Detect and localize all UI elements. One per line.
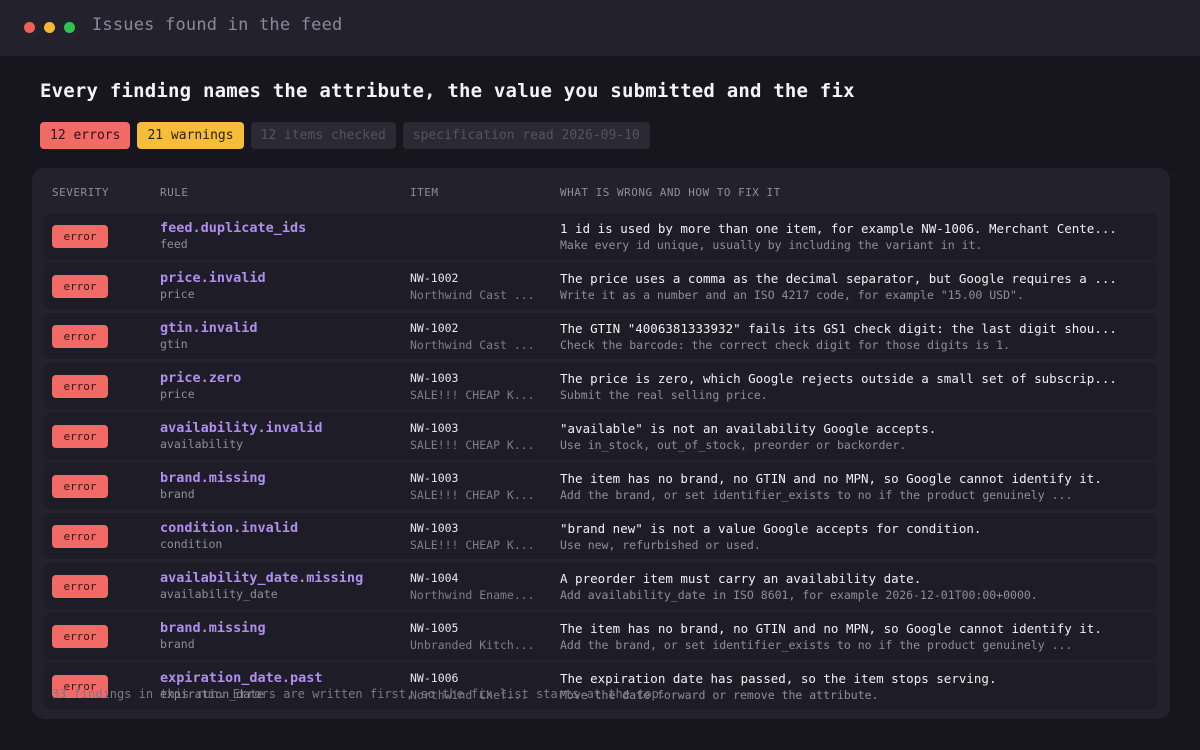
table-row[interactable]: error price.zero price NW-1003 SALE!!! CHEAP… xyxy=(44,363,1157,409)
item-name: SALE!!! CHEAP K... xyxy=(410,538,535,552)
item-name: SALE!!! CHEAP K... xyxy=(410,488,535,502)
table-body: error feed.duplicate_ids feed 1 id is used … xyxy=(44,213,1157,713)
fix-text: Add the brand, or set identifier_exists … xyxy=(560,488,1073,502)
fix-text: Check the barcode: the correct check dig… xyxy=(560,338,1011,352)
item-id: NW-1003 xyxy=(410,421,459,435)
item-name: Northwind Ename... xyxy=(410,588,535,602)
attribute-name: gtin xyxy=(160,337,188,351)
item-id: NW-1002 xyxy=(410,321,459,335)
severity-badge: error xyxy=(52,575,108,598)
problem-text: The price is zero, which Google rejects … xyxy=(560,371,1117,386)
rule-name: feed.duplicate_ids xyxy=(160,220,307,236)
table-row[interactable]: error condition.invalid condition NW-1003 SA… xyxy=(44,513,1157,559)
fix-text: Add the brand, or set identifier_exists … xyxy=(560,638,1073,652)
issues-table: SEVERITY RULE ITEM WHAT IS WRONG AND HOW… xyxy=(32,168,1170,719)
table-row[interactable]: error feed.duplicate_ids feed 1 id is used … xyxy=(44,213,1157,259)
problem-text: The price uses a comma as the decimal se… xyxy=(560,271,1117,286)
problem-text: "brand new" is not a value Google accept… xyxy=(560,521,982,536)
item-id: NW-1003 xyxy=(410,521,459,535)
table-row[interactable]: error gtin.invalid gtin NW-1002 Northwind Ca… xyxy=(44,313,1157,359)
column-header-rule: RULE xyxy=(160,186,189,199)
fix-text: Add availability_date in ISO 8601, for e… xyxy=(560,588,1038,602)
attribute-name: price xyxy=(160,287,195,301)
items-checked-badge: 12 items checked xyxy=(250,122,396,149)
maximize-window-button[interactable] xyxy=(64,22,75,33)
item-name: SALE!!! CHEAP K... xyxy=(410,388,535,402)
attribute-name: brand xyxy=(160,637,195,651)
item-name: Northwind Cast ... xyxy=(410,338,535,352)
table-row[interactable]: error availability.invalid availability NW-… xyxy=(44,413,1157,459)
item-id: NW-1003 xyxy=(410,371,459,385)
rule-name: gtin.invalid xyxy=(160,320,258,336)
severity-badge: error xyxy=(52,425,108,448)
rule-name: condition.invalid xyxy=(160,520,299,536)
rule-name: price.zero xyxy=(160,370,242,386)
summary-badges: 12 errors 21 warnings 12 items checked s… xyxy=(40,122,650,149)
fix-text: Use new, refurbished or used. xyxy=(560,538,761,552)
table-row[interactable]: error availability_date.missing availabili… xyxy=(44,563,1157,609)
item-id: NW-1005 xyxy=(410,621,459,635)
footnote: 33 findings in this run. Errors are writ… xyxy=(52,687,667,701)
fix-text: Use in_stock, out_of_stock, preorder or … xyxy=(560,438,907,452)
column-header-item: ITEM xyxy=(410,186,439,199)
attribute-name: price xyxy=(160,387,195,401)
problem-text: 1 id is used by more than one item, for … xyxy=(560,221,1117,236)
problem-text: The GTIN "4006381333932" fails its GS1 c… xyxy=(560,321,1117,336)
window-title: Issues found in the feed xyxy=(92,15,343,35)
rule-name: brand.missing xyxy=(160,470,266,486)
severity-badge: error xyxy=(52,525,108,548)
column-header-severity: SEVERITY xyxy=(52,186,109,199)
severity-badge: error xyxy=(52,275,108,298)
fix-text: Make every id unique, usually by includi… xyxy=(560,238,983,252)
rule-name: price.invalid xyxy=(160,270,266,286)
item-name: Unbranded Kitch... xyxy=(410,638,535,652)
rule-name: availability_date.missing xyxy=(160,570,364,586)
errors-count-badge: 12 errors xyxy=(40,122,131,149)
attribute-name: condition xyxy=(160,537,223,551)
item-name: Northwind Cast ... xyxy=(410,288,535,302)
rule-name: brand.missing xyxy=(160,620,266,636)
problem-text: The expiration date has passed, so the i… xyxy=(560,671,997,686)
attribute-name: availability_date xyxy=(160,587,278,601)
item-id: NW-1006 xyxy=(410,671,459,685)
fix-text: Write it as a number and an ISO 4217 cod… xyxy=(560,288,1024,302)
title-bar: Issues found in the feed xyxy=(0,0,1200,56)
close-window-button[interactable] xyxy=(24,22,35,33)
warnings-count-badge: 21 warnings xyxy=(137,122,244,149)
minimize-window-button[interactable] xyxy=(44,22,55,33)
item-name: SALE!!! CHEAP K... xyxy=(410,438,535,452)
attribute-name: feed xyxy=(160,237,188,251)
table-row[interactable]: error expiration_date.past expiration_date… xyxy=(44,663,1157,709)
item-id: NW-1004 xyxy=(410,571,459,585)
problem-text: The item has no brand, no GTIN and no MP… xyxy=(560,471,1102,486)
rule-name: availability.invalid xyxy=(160,420,323,436)
rule-name: expiration_date.past xyxy=(160,670,323,686)
table-row[interactable]: error brand.missing brand NW-1003 SALE!!! CH… xyxy=(44,463,1157,509)
severity-badge: error xyxy=(52,225,108,248)
severity-badge: error xyxy=(52,625,108,648)
fix-text: Submit the real selling price. xyxy=(560,388,768,402)
table-row[interactable]: error brand.missing brand NW-1005 Unbranded … xyxy=(44,613,1157,659)
problem-text: The item has no brand, no GTIN and no MP… xyxy=(560,621,1102,636)
item-id: NW-1002 xyxy=(410,271,459,285)
severity-badge: error xyxy=(52,475,108,498)
specification-date-badge: specification read 2026-09-10 xyxy=(402,122,650,149)
column-header-fix: WHAT IS WRONG AND HOW TO FIX IT xyxy=(560,186,781,199)
attribute-name: availability xyxy=(160,437,244,451)
severity-badge: error xyxy=(52,325,108,348)
table-header: SEVERITY RULE ITEM WHAT IS WRONG AND HOW… xyxy=(32,168,1170,214)
item-id: NW-1003 xyxy=(410,471,459,485)
severity-badge: error xyxy=(52,375,108,398)
problem-text: A preorder item must carry an availabili… xyxy=(560,571,922,586)
page-heading: Every finding names the attribute, the v… xyxy=(40,80,855,102)
attribute-name: brand xyxy=(160,487,195,501)
table-row[interactable]: error price.invalid price NW-1002 Northwind … xyxy=(44,263,1157,309)
problem-text: "available" is not an availability Googl… xyxy=(560,421,937,436)
